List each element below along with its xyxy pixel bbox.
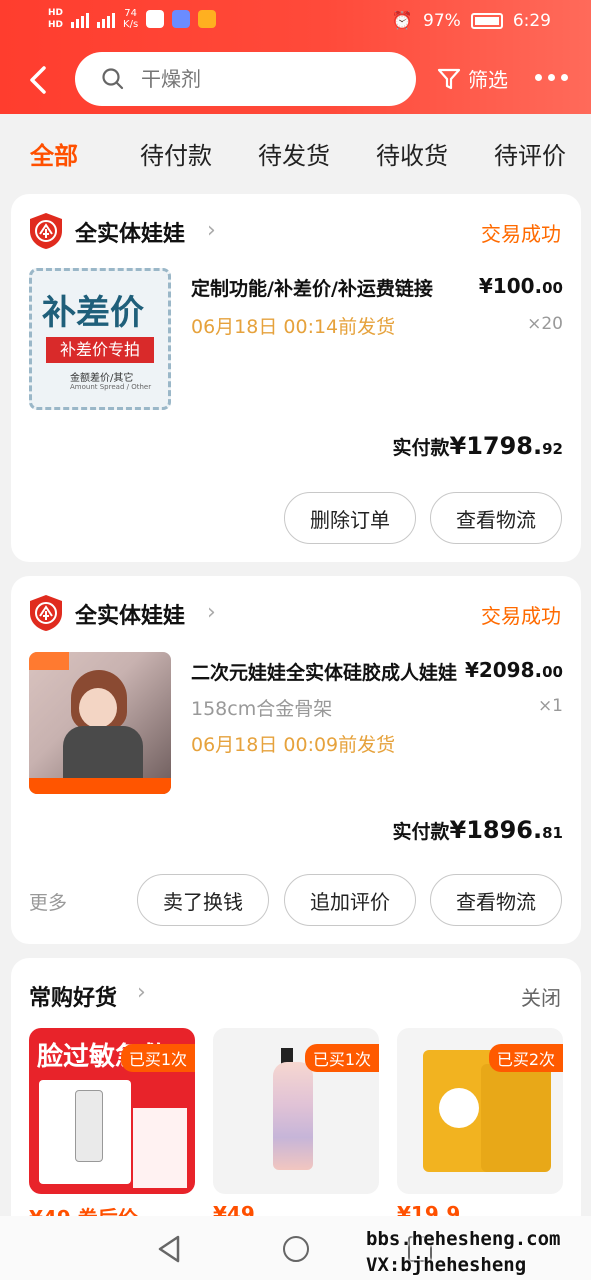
paid-amount: 实付款¥1896.81 bbox=[392, 816, 563, 844]
product-thumbnail[interactable]: 补差价 补差价专拍 金额差价/其它 Amount Spread / Other bbox=[29, 268, 171, 410]
search-input[interactable] bbox=[141, 66, 391, 92]
quantity: ×20 bbox=[527, 314, 563, 334]
paid-label: 实付款 bbox=[392, 437, 450, 459]
paid-label: 实付款 bbox=[392, 821, 450, 843]
enterprise-shield-icon bbox=[30, 595, 62, 631]
thumb-figure bbox=[63, 726, 143, 786]
watermark: bbs.hehesheng.com VX:bjhehesheng bbox=[366, 1226, 560, 1278]
tab-to-ship[interactable]: 待发货 bbox=[258, 136, 330, 171]
chevron-right-icon[interactable]: › bbox=[137, 980, 146, 1005]
header: HDHD 74 K/s ⏰ 97% 6:29 筛选 bbox=[0, 0, 591, 114]
item-image bbox=[481, 1064, 551, 1172]
tab-to-review[interactable]: 待评价 bbox=[494, 136, 566, 171]
product-thumbnail[interactable] bbox=[29, 652, 171, 794]
tab-to-receive[interactable]: 待收货 bbox=[376, 136, 448, 171]
battery-icon bbox=[470, 13, 503, 29]
order-card: 全实体娃娃 › 交易成功 补差价 补差价专拍 金额差价/其它 Amount Sp… bbox=[11, 194, 581, 562]
status-left: HD HD 74 K/s bbox=[48, 8, 217, 30]
thumb-figure bbox=[79, 688, 117, 728]
chevron-right-icon[interactable]: › bbox=[207, 600, 216, 625]
thumb-banner bbox=[29, 778, 171, 794]
bought-badge: 已买1次 bbox=[120, 1044, 195, 1072]
search-icon bbox=[102, 68, 124, 90]
product-spec: 158cm合金骨架 bbox=[191, 698, 333, 720]
recommend-item[interactable]: 已买2次 bbox=[397, 1028, 563, 1194]
ship-deadline: 06月18日 00:14前发货 bbox=[191, 316, 396, 338]
unit-price: ¥100.00 bbox=[479, 274, 563, 298]
price-int: ¥100. bbox=[478, 274, 543, 298]
more-menu-icon[interactable] bbox=[535, 74, 568, 81]
paid-amount: 实付款¥1798.92 bbox=[392, 432, 563, 460]
price-dec: 00 bbox=[542, 279, 563, 297]
shop-name[interactable]: 全实体娃娃 bbox=[75, 598, 185, 630]
close-button[interactable]: 关闭 bbox=[521, 982, 561, 1011]
app-icon bbox=[198, 10, 217, 28]
filter-button[interactable]: 筛选 bbox=[436, 64, 508, 93]
nav-back-icon[interactable] bbox=[156, 1234, 182, 1264]
watermark-line: VX:bjhehesheng bbox=[366, 1254, 527, 1276]
order-status: 交易成功 bbox=[481, 604, 561, 628]
item-image bbox=[439, 1088, 479, 1128]
bought-badge: 已买2次 bbox=[488, 1044, 563, 1072]
thumb-note-en: Amount Spread / Other bbox=[70, 383, 152, 391]
paid-int: ¥1798. bbox=[449, 432, 543, 460]
view-logistics-button[interactable]: 查看物流 bbox=[430, 874, 562, 926]
status-bar: HD HD 74 K/s ⏰ 97% 6:29 bbox=[0, 0, 591, 44]
enterprise-shield-icon bbox=[30, 213, 62, 249]
order-status: 交易成功 bbox=[481, 222, 561, 246]
signal-icon bbox=[71, 10, 90, 28]
watermark-line: bbs.hehesheng.com bbox=[366, 1228, 561, 1250]
filter-label: 筛选 bbox=[468, 68, 508, 92]
recommend-item[interactable]: 已买1次 bbox=[213, 1028, 379, 1194]
order-tabs: 全部 待付款 待发货 待收货 待评价 bbox=[0, 114, 591, 190]
more-link[interactable]: 更多 bbox=[29, 888, 67, 915]
alarm-icon: ⏰ bbox=[391, 11, 414, 31]
thumb-tag bbox=[29, 652, 69, 670]
signal-icon bbox=[97, 10, 116, 28]
quantity: ×1 bbox=[537, 696, 563, 716]
chevron-right-icon[interactable]: › bbox=[207, 218, 216, 243]
tab-all[interactable]: 全部 bbox=[30, 136, 78, 171]
recommend-card: 常购好货 › 关闭 脸过敏急救 已买1次 已买1次 已买2次 ¥49 券后价 ¥… bbox=[11, 958, 581, 1258]
net-speed: 74 K/s bbox=[123, 8, 138, 30]
item-image bbox=[75, 1090, 103, 1162]
item-image bbox=[273, 1062, 313, 1170]
product-title[interactable]: 定制功能/补差价/补运费链接 bbox=[191, 274, 466, 301]
chevron-left-icon bbox=[30, 66, 46, 94]
nav-home-icon[interactable] bbox=[283, 1236, 309, 1262]
ship-deadline: 06月18日 00:09前发货 bbox=[191, 734, 396, 756]
thumb-main-text: 补差价 bbox=[42, 293, 144, 333]
shop-name[interactable]: 全实体娃娃 bbox=[75, 216, 185, 248]
thumb-note: 金额差价/其它 bbox=[70, 373, 134, 384]
status-right: ⏰ 97% 6:29 bbox=[392, 11, 551, 31]
app-icon bbox=[172, 10, 191, 28]
clock: 6:29 bbox=[512, 11, 551, 31]
tab-to-pay[interactable]: 待付款 bbox=[140, 136, 212, 171]
bought-badge: 已买1次 bbox=[304, 1044, 379, 1072]
thumb-sub-text: 补差价专拍 bbox=[46, 337, 154, 363]
add-review-button[interactable]: 追加评价 bbox=[284, 874, 416, 926]
filter-icon bbox=[437, 68, 461, 89]
paid-dec: 81 bbox=[542, 824, 563, 842]
order-card: 全实体娃娃 › 交易成功 二次元娃娃全实体硅胶成人娃娃 ¥2098.00 158… bbox=[11, 576, 581, 944]
product-title[interactable]: 二次元娃娃全实体硅胶成人娃娃 bbox=[191, 658, 466, 685]
price-int: ¥2098. bbox=[464, 658, 543, 682]
battery-percent: 97% bbox=[423, 11, 461, 31]
resell-button[interactable]: 卖了换钱 bbox=[137, 874, 269, 926]
recommend-title[interactable]: 常购好货 bbox=[29, 980, 117, 1012]
recommend-item[interactable]: 脸过敏急救 已买1次 bbox=[29, 1028, 195, 1194]
back-button[interactable] bbox=[24, 60, 58, 100]
unit-price: ¥2098.00 bbox=[465, 658, 563, 682]
net-speed-unit: K/s bbox=[123, 19, 139, 30]
app-icon bbox=[146, 10, 165, 28]
price-dec: 00 bbox=[542, 663, 563, 681]
item-image bbox=[133, 1108, 187, 1188]
view-logistics-button[interactable]: 查看物流 bbox=[430, 492, 562, 544]
net-speed-value: 74 bbox=[124, 8, 137, 19]
hd-icon: HD HD bbox=[48, 8, 64, 30]
search-bar[interactable] bbox=[75, 52, 416, 106]
delete-order-button[interactable]: 删除订单 bbox=[284, 492, 416, 544]
paid-dec: 92 bbox=[542, 440, 563, 458]
paid-int: ¥1896. bbox=[449, 816, 543, 844]
